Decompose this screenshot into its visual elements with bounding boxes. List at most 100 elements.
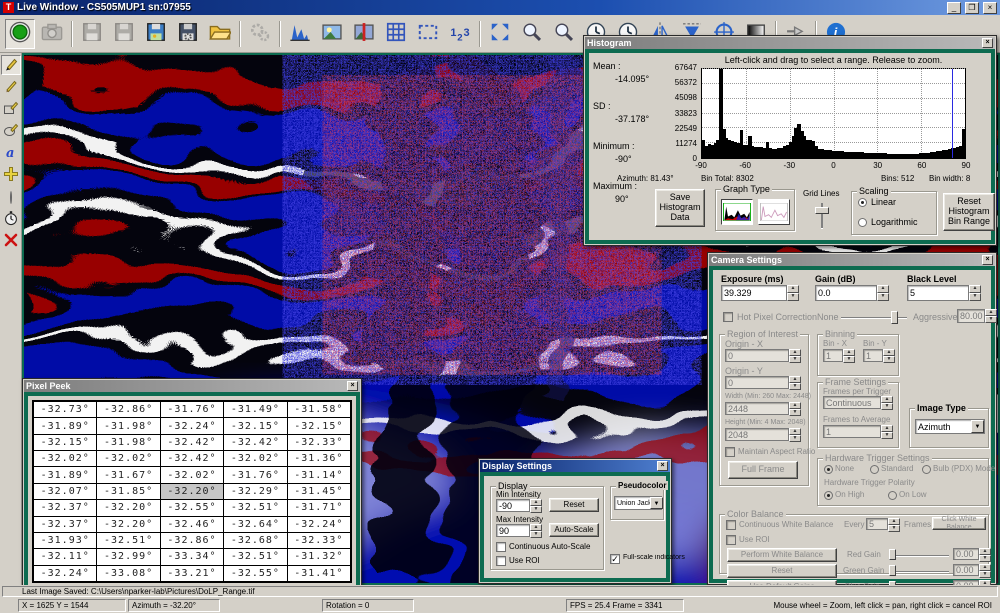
graph-type-filled-button[interactable] bbox=[721, 199, 753, 225]
draw-marker[interactable] bbox=[1, 55, 21, 75]
bin-y-spinner[interactable]: ▲▼ bbox=[883, 349, 895, 362]
trigger-bulb-radio[interactable] bbox=[922, 465, 931, 474]
roi-select[interactable] bbox=[413, 19, 443, 49]
grid-lines-slider-thumb[interactable] bbox=[815, 207, 829, 214]
pixel-grid-toggle[interactable] bbox=[381, 19, 411, 49]
exposure-spinner[interactable]: ▲▼ bbox=[787, 285, 799, 301]
pixel-peek-close-icon[interactable]: × bbox=[347, 381, 358, 391]
red-gain-input[interactable]: 0.00 bbox=[953, 548, 979, 560]
brightness-adjust[interactable] bbox=[317, 19, 347, 49]
pixel-peek-titlebar[interactable]: Pixel Peek × bbox=[24, 380, 360, 392]
bin-x-input[interactable]: 1 bbox=[823, 349, 843, 362]
color-adjust[interactable] bbox=[349, 19, 379, 49]
roi-width-spinner[interactable]: ▲▼ bbox=[789, 402, 801, 415]
green-gain-input[interactable]: 0.00 bbox=[953, 564, 979, 576]
green-gain-slider-track[interactable] bbox=[891, 571, 949, 573]
origin-x-input[interactable]: 0 bbox=[725, 349, 789, 362]
pixel-peek-toggle[interactable]: 123 bbox=[445, 19, 475, 49]
histogram-titlebar[interactable]: Histogram × bbox=[585, 37, 995, 49]
camera-settings-close-icon[interactable]: × bbox=[982, 255, 993, 265]
graph-type-line-button[interactable] bbox=[758, 199, 790, 225]
gain-spinner[interactable]: ▲▼ bbox=[877, 285, 889, 301]
processing-gears[interactable] bbox=[245, 19, 275, 49]
roi-width-input[interactable]: 2448 bbox=[725, 402, 789, 415]
draw-pencil[interactable] bbox=[1, 77, 21, 97]
origin-y-spinner[interactable]: ▲▼ bbox=[789, 376, 801, 389]
origin-x-spinner[interactable]: ▲▼ bbox=[789, 349, 801, 362]
maintain-aspect-checkbox[interactable] bbox=[725, 447, 735, 457]
roi-height-input[interactable]: 2048 bbox=[725, 428, 789, 441]
every-frames-input[interactable]: 5 bbox=[866, 518, 888, 530]
restore-button[interactable]: ❐ bbox=[965, 2, 979, 14]
main-titlebar[interactable]: T Live Window - CS505MUP1 sn:07955 _ ❐ × bbox=[0, 0, 1000, 15]
origin-y-input[interactable]: 0 bbox=[725, 376, 789, 389]
reset-histogram-bin-range-button[interactable]: Reset Histogram Bin Range bbox=[943, 193, 995, 231]
color-picker-wheel[interactable] bbox=[1, 187, 21, 207]
save-image[interactable] bbox=[77, 19, 107, 49]
zoom-out[interactable] bbox=[549, 19, 579, 49]
gain-input[interactable]: 0.0 bbox=[815, 285, 877, 301]
save-image-color[interactable] bbox=[141, 19, 171, 49]
max-intensity-spinner[interactable]: ▲▼ bbox=[530, 524, 542, 537]
frames-per-trigger-input[interactable]: Continuous bbox=[823, 396, 881, 409]
red-gain-slider-track[interactable] bbox=[891, 555, 949, 557]
every-frames-spinner[interactable]: ▲▼ bbox=[888, 518, 900, 530]
close-button[interactable]: × bbox=[983, 2, 997, 14]
max-intensity-input[interactable]: 90 bbox=[496, 524, 530, 537]
save-settings[interactable] bbox=[173, 19, 203, 49]
hot-pixel-slider-thumb[interactable] bbox=[891, 311, 898, 324]
save-histogram-data-button[interactable]: Save Histogram Data bbox=[655, 189, 705, 227]
frames-to-average-spinner[interactable]: ▲▼ bbox=[881, 425, 893, 438]
draw-rectangle[interactable] bbox=[1, 99, 21, 119]
min-intensity-spinner[interactable]: ▲▼ bbox=[530, 499, 542, 512]
polarity-on-low-radio[interactable] bbox=[888, 491, 897, 500]
histogram-window-toggle[interactable] bbox=[285, 19, 315, 49]
black-level-spinner[interactable]: ▲▼ bbox=[969, 285, 981, 301]
bin-x-spinner[interactable]: ▲▼ bbox=[843, 349, 855, 362]
fit-to-window[interactable] bbox=[485, 19, 515, 49]
continuous-auto-scale-checkbox[interactable] bbox=[496, 542, 506, 552]
full-scale-indicators-checkbox[interactable]: ✓ bbox=[610, 554, 620, 564]
histogram-plot[interactable] bbox=[701, 68, 966, 159]
display-use-roi-checkbox[interactable] bbox=[496, 556, 506, 566]
delete-annotations[interactable] bbox=[1, 231, 21, 251]
polarity-on-high-radio[interactable] bbox=[824, 491, 833, 500]
open-folder[interactable] bbox=[205, 19, 235, 49]
black-level-input[interactable]: 5 bbox=[907, 285, 969, 301]
trigger-none-radio[interactable] bbox=[824, 465, 833, 474]
perform-white-balance-button[interactable]: Perform White Balance bbox=[727, 548, 837, 562]
display-settings-close-icon[interactable]: × bbox=[657, 461, 668, 471]
pseudocolor-dropdown-arrow-icon[interactable]: ▼ bbox=[650, 497, 663, 509]
auto-scale-button[interactable]: Auto-Scale bbox=[549, 523, 599, 537]
hot-pixel-threshold-input[interactable]: 80.00 bbox=[957, 309, 985, 323]
green-gain-spinner[interactable]: ▲▼ bbox=[979, 564, 991, 576]
image-type-dropdown-arrow-icon[interactable]: ▼ bbox=[971, 420, 984, 433]
scaling-linear-radio[interactable] bbox=[858, 198, 867, 207]
histogram-close-icon[interactable]: × bbox=[982, 38, 993, 48]
zoom-one-to-one[interactable] bbox=[517, 19, 547, 49]
live-view-toggle[interactable] bbox=[5, 19, 35, 49]
green-gain-slider-thumb[interactable] bbox=[889, 565, 896, 576]
display-settings-titlebar[interactable]: Display Settings × bbox=[480, 460, 670, 472]
stopwatch-tool[interactable] bbox=[1, 209, 21, 229]
trigger-standard-radio[interactable] bbox=[870, 465, 879, 474]
display-reset-button[interactable]: Reset bbox=[549, 498, 599, 512]
save-sequence[interactable] bbox=[109, 19, 139, 49]
bin-y-input[interactable]: 1 bbox=[863, 349, 883, 362]
continuous-wb-checkbox[interactable] bbox=[726, 520, 736, 530]
text-tool[interactable]: a bbox=[1, 143, 21, 163]
hot-pixel-threshold-spinner[interactable]: ▲▼ bbox=[985, 309, 997, 323]
roi-height-spinner[interactable]: ▲▼ bbox=[789, 428, 801, 441]
scaling-logarithmic-radio[interactable] bbox=[858, 218, 867, 227]
red-gain-slider-thumb[interactable] bbox=[889, 549, 896, 560]
full-frame-button[interactable]: Full Frame bbox=[728, 461, 798, 479]
red-gain-spinner[interactable]: ▲▼ bbox=[979, 548, 991, 560]
minimize-button[interactable]: _ bbox=[947, 2, 961, 14]
click-white-balance-button[interactable]: Click White Balance bbox=[932, 517, 986, 530]
draw-ellipse[interactable] bbox=[1, 121, 21, 141]
camera-settings-titlebar[interactable]: Camera Settings × bbox=[709, 254, 995, 266]
min-intensity-input[interactable]: -90 bbox=[496, 499, 530, 512]
snapshot-camera[interactable] bbox=[37, 19, 67, 49]
reset-gains-button[interactable]: Reset bbox=[727, 564, 837, 578]
frames-to-average-input[interactable]: 1 bbox=[823, 425, 881, 438]
